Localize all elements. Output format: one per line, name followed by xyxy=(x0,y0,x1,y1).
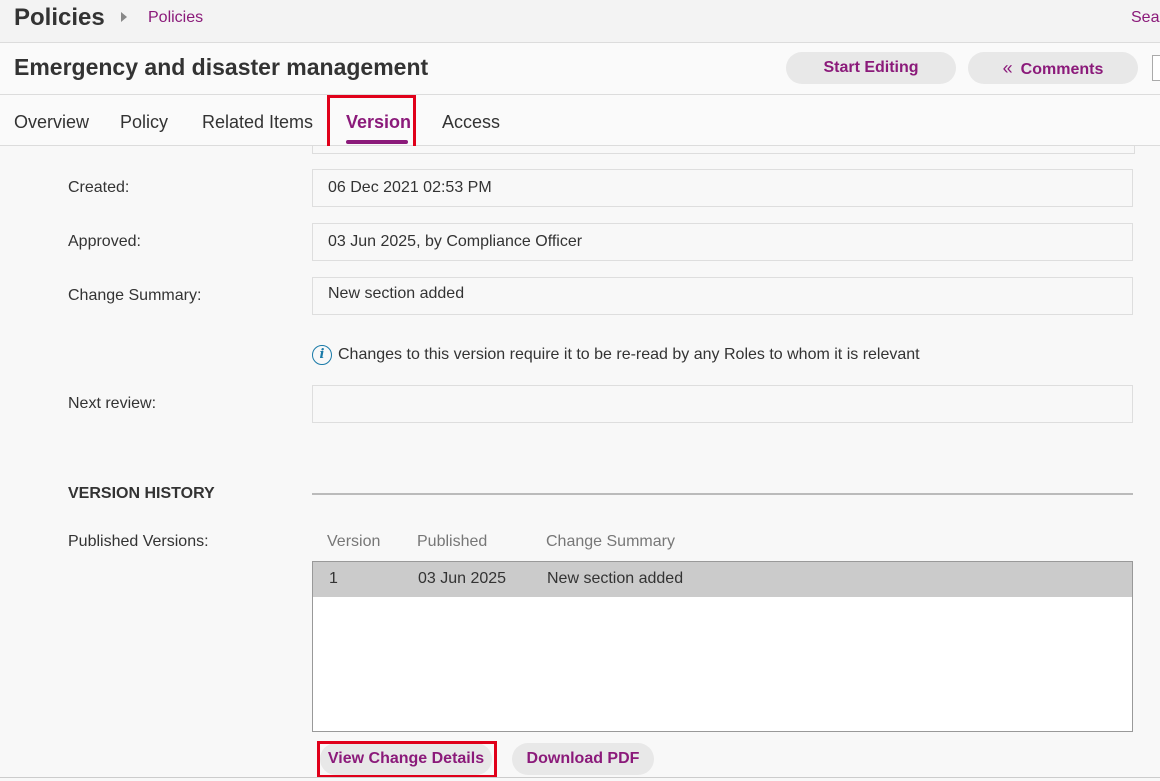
change-summary-field: New section added xyxy=(312,277,1133,315)
double-chevron-left-icon: « xyxy=(1002,58,1013,78)
published-versions-list[interactable]: 1 03 Jun 2025 New section added xyxy=(312,561,1133,732)
version-history-heading: VERSION HISTORY xyxy=(68,485,215,502)
comments-button-label: Comments xyxy=(1020,61,1104,78)
change-summary-label: Change Summary: xyxy=(68,287,202,304)
tab-overview[interactable]: Overview xyxy=(14,112,89,133)
approved-field: 03 Jun 2025, by Compliance Officer xyxy=(312,223,1133,261)
reread-notice: i Changes to this version require it to b… xyxy=(312,345,920,365)
column-header-version: Version xyxy=(327,533,381,550)
next-review-label: Next review: xyxy=(68,395,157,412)
tab-bar: Overview Policy Related Items Version Ac… xyxy=(0,95,1160,146)
comments-button[interactable]: « Comments xyxy=(968,52,1138,84)
bottom-divider xyxy=(0,777,1160,778)
version-tab-highlight xyxy=(327,95,416,151)
tab-policy[interactable]: Policy xyxy=(120,112,168,133)
view-change-details-highlight xyxy=(317,741,497,778)
table-row[interactable]: 1 03 Jun 2025 New section added xyxy=(313,562,1132,597)
breadcrumb-policies-link[interactable]: Policies xyxy=(148,9,203,27)
next-review-field xyxy=(312,385,1133,423)
reread-notice-text: Changes to this version require it to be… xyxy=(338,346,920,364)
column-header-change-summary: Change Summary xyxy=(546,533,675,550)
tab-related-items[interactable]: Related Items xyxy=(202,112,313,133)
download-pdf-button[interactable]: Download PDF xyxy=(512,743,654,775)
panel-toggle-button[interactable] xyxy=(1152,55,1160,81)
clipped-field xyxy=(312,146,1135,154)
top-bar: Policies Policies Sea xyxy=(0,0,1160,43)
column-header-published: Published xyxy=(417,533,488,550)
row-change-summary: New section added xyxy=(547,570,684,587)
search-link[interactable]: Sea xyxy=(1131,9,1159,27)
approved-label: Approved: xyxy=(68,233,141,250)
info-icon: i xyxy=(312,345,332,365)
tab-access[interactable]: Access xyxy=(442,112,500,133)
created-label: Created: xyxy=(68,179,130,196)
row-version: 1 xyxy=(329,570,338,587)
page-title: Emergency and disaster management xyxy=(14,54,429,80)
breadcrumb-chevron-icon xyxy=(121,12,127,22)
version-panel: Created: 06 Dec 2021 02:53 PM Approved: … xyxy=(0,146,1160,781)
row-published: 03 Jun 2025 xyxy=(418,570,507,587)
published-versions-label: Published Versions: xyxy=(68,533,209,550)
section-divider xyxy=(312,493,1133,495)
created-field: 06 Dec 2021 02:53 PM xyxy=(312,169,1133,207)
start-editing-button[interactable]: Start Editing xyxy=(786,52,956,84)
app-title: Policies xyxy=(14,4,105,31)
page-header: Emergency and disaster management Start … xyxy=(0,43,1160,95)
